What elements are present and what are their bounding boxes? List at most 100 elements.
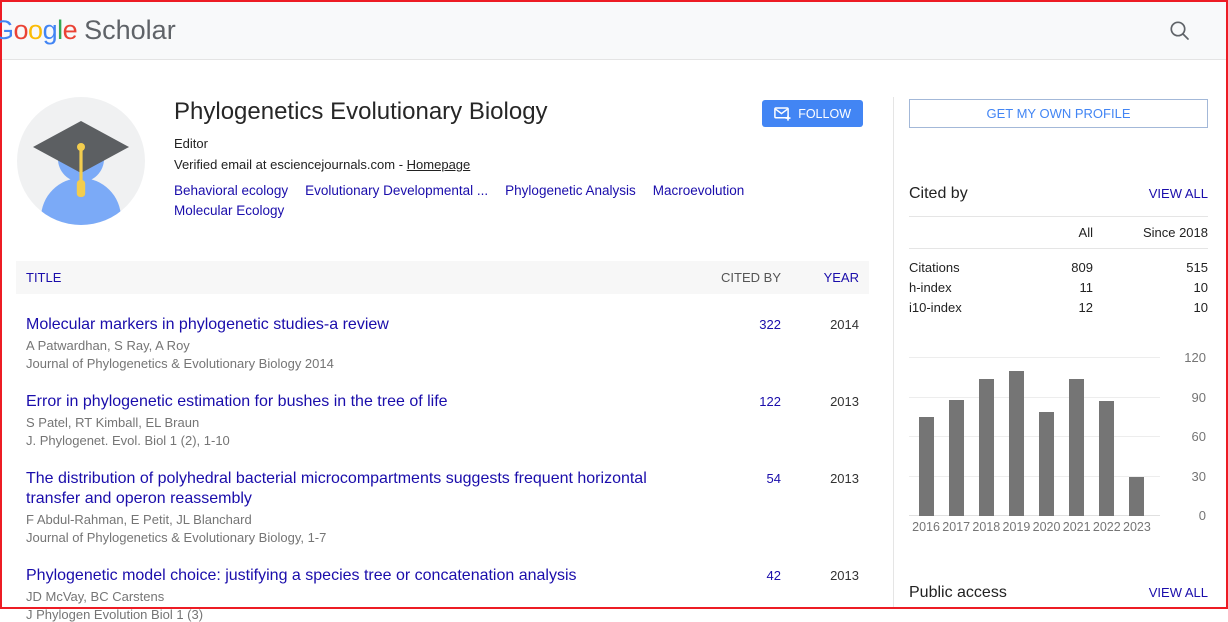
page-title: Phylogenetics Evolutionary Biology [174, 98, 548, 126]
interest-link[interactable]: Behavioral ecology [174, 183, 288, 198]
article-venue: Journal of Phylogenetics & Evolutionary … [26, 530, 696, 545]
metric-label[interactable]: i10-index [909, 298, 1013, 318]
search-icon[interactable] [1168, 19, 1192, 43]
interests-list: Behavioral ecology Evolutionary Developme… [174, 183, 814, 218]
article-cited-by-link[interactable]: 42 [696, 566, 781, 622]
get-my-own-profile-button[interactable]: GET MY OWN PROFILE [909, 99, 1208, 128]
follow-button[interactable]: FOLLOW [762, 100, 863, 127]
chart-x-tick-label: 2017 [942, 516, 970, 536]
article-cited-by-link[interactable]: 322 [696, 315, 781, 371]
public-access-section: Public access VIEW ALL [909, 584, 1208, 602]
chart-column: 2021 [1062, 358, 1092, 536]
google-scholar-logo[interactable]: GoogleScholar [0, 15, 176, 46]
sort-by-year-header[interactable]: YEAR [781, 270, 859, 285]
article-venue: Journal of Phylogenetics & Evolutionary … [26, 356, 696, 371]
envelope-plus-icon [774, 107, 791, 121]
col-since-header: Since 2018 [1093, 225, 1208, 240]
logo-scholar-text: Scholar [84, 15, 176, 45]
avatar[interactable] [16, 96, 146, 226]
top-navigation-bar: GoogleScholar [2, 2, 1226, 60]
follow-button-label: FOLLOW [798, 107, 851, 121]
article-cited-by-link[interactable]: 122 [696, 392, 781, 448]
chart-x-tick-label: 2023 [1123, 516, 1151, 536]
chart-y-tick-label: 60 [1192, 429, 1206, 444]
article-title-link[interactable]: Error in phylogenetic estimation for bus… [26, 392, 696, 412]
article-title-link[interactable]: The distribution of polyhedral bacterial… [26, 469, 696, 509]
chart-y-axis: 0306090120 [1160, 358, 1208, 536]
chart-x-tick-label: 2020 [1033, 516, 1061, 536]
citation-metrics: Citations 809 515 h-index 11 10 i10-inde… [909, 249, 1208, 318]
homepage-link[interactable]: Homepage [407, 157, 471, 172]
article-row: Error in phylogenetic estimation for bus… [16, 371, 869, 448]
article-year: 2013 [781, 392, 859, 448]
metric-since-value: 10 [1093, 278, 1208, 298]
sort-by-title-header[interactable]: TITLE [26, 270, 696, 285]
interest-link[interactable]: Molecular Ecology [174, 203, 284, 218]
article-row: Molecular markers in phylogenetic studie… [16, 294, 869, 371]
metric-label[interactable]: Citations [909, 258, 1013, 278]
articles-rows: Molecular markers in phylogenetic studie… [16, 294, 869, 622]
interest-link[interactable]: Phylogenetic Analysis [505, 183, 636, 198]
chart-y-tick-label: 90 [1192, 390, 1206, 405]
sidebar: GET MY OWN PROFILE Cited by VIEW ALL All… [893, 60, 1226, 607]
public-access-view-all-link[interactable]: VIEW ALL [1149, 585, 1208, 600]
metric-row: i10-index 12 10 [909, 298, 1208, 318]
chart-column: 2016 [911, 358, 941, 536]
article-row: The distribution of polyhedral bacterial… [16, 448, 869, 545]
metric-all-value: 809 [1013, 258, 1093, 278]
chart-column: 2019 [1001, 358, 1031, 536]
chart-bar-2021[interactable] [1069, 379, 1084, 516]
metric-row: h-index 11 10 [909, 278, 1208, 298]
chart-x-tick-label: 2019 [1003, 516, 1031, 536]
public-access-title: Public access [909, 584, 1007, 602]
metric-since-value: 10 [1093, 298, 1208, 318]
metric-since-value: 515 [1093, 258, 1208, 278]
col-all-header: All [1013, 225, 1093, 240]
chart-column: 2023 [1122, 358, 1152, 536]
article-title-link[interactable]: Phylogenetic model choice: justifying a … [26, 566, 696, 586]
article-title-link[interactable]: Molecular markers in phylogenetic studie… [26, 315, 696, 335]
metric-row: Citations 809 515 [909, 258, 1208, 278]
cited-by-section: Cited by VIEW ALL All Since 2018 Citatio… [909, 185, 1208, 318]
sorted-by-citations-header: CITED BY [696, 270, 781, 285]
article-year: 2013 [781, 469, 859, 545]
chart-bar-2023[interactable] [1129, 477, 1144, 517]
chart-plot-area: 20162017201820192020202120222023 [909, 358, 1160, 536]
chart-column: 2018 [971, 358, 1001, 536]
chart-bar-2019[interactable] [1009, 371, 1024, 516]
article-authors: A Patwardhan, S Ray, A Roy [26, 338, 696, 353]
article-authors: JD McVay, BC Carstens [26, 589, 696, 604]
article-authors: S Patel, RT Kimball, EL Braun [26, 415, 696, 430]
chart-bar-2017[interactable] [949, 400, 964, 516]
chart-y-tick-label: 30 [1192, 469, 1206, 484]
chart-column: 2022 [1092, 358, 1122, 536]
cited-by-view-all-link[interactable]: VIEW ALL [1149, 186, 1208, 201]
citation-stats-header: All Since 2018 [909, 217, 1208, 248]
chart-bar-2018[interactable] [979, 379, 994, 516]
citations-chart: 20162017201820192020202120222023 0 30 60 90… [909, 358, 1208, 536]
profile-main-column: Phylogenetics Evolutionary Biology FOLLO… [2, 60, 893, 607]
chart-y-tick-label: 0 [1199, 508, 1206, 523]
chart-bar-2016[interactable] [919, 417, 934, 516]
article-venue: J Phylogen Evolution Biol 1 (3) [26, 607, 696, 622]
chart-y-tick-label: 120 [1184, 350, 1206, 365]
chart-column: 2017 [941, 358, 971, 536]
chart-x-tick-label: 2022 [1093, 516, 1121, 536]
chart-bar-2022[interactable] [1099, 401, 1114, 516]
interest-link[interactable]: Evolutionary Developmental ... [305, 183, 488, 198]
article-venue: J. Phylogenet. Evol. Biol 1 (2), 1-10 [26, 433, 696, 448]
article-row: Phylogenetic model choice: justifying a … [16, 545, 869, 622]
profile-role: Editor [174, 136, 869, 151]
article-year: 2014 [781, 315, 859, 371]
verified-email: Verified email at esciencejournals.com -… [174, 157, 869, 172]
article-cited-by-link[interactable]: 54 [696, 469, 781, 545]
metric-all-value: 12 [1013, 298, 1093, 318]
interest-link[interactable]: Macroevolution [653, 183, 745, 198]
chart-x-tick-label: 2016 [912, 516, 940, 536]
articles-table: TITLE CITED BY YEAR Molecular markers in… [16, 261, 869, 622]
chart-x-tick-label: 2018 [972, 516, 1000, 536]
chart-bar-2020[interactable] [1039, 412, 1054, 516]
metric-label[interactable]: h-index [909, 278, 1013, 298]
article-authors: F Abdul-Rahman, E Petit, JL Blanchard [26, 512, 696, 527]
metric-all-value: 11 [1013, 278, 1093, 298]
